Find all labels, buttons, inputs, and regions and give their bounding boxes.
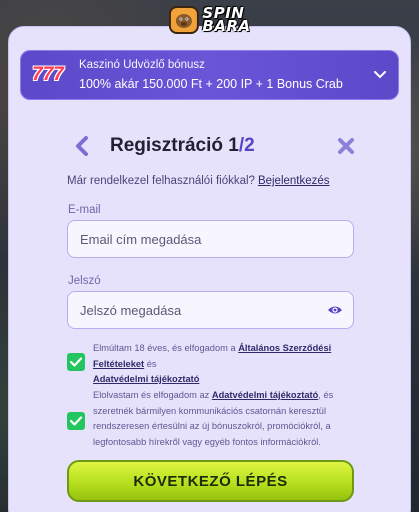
- marketing-checkbox[interactable]: [67, 412, 85, 430]
- marketing-prefix: Elolvastam és elfogadom az: [93, 390, 212, 400]
- login-link[interactable]: Bejelentkezés: [258, 175, 330, 187]
- account-question: Már rendelkezel felhasználói fiókkal?: [67, 175, 255, 187]
- bonus-title: Kaszinó Üdvözlő bónusz: [79, 59, 205, 71]
- terms-prefix: Elmúltam 18 éves, és elfogadom a: [93, 343, 239, 353]
- welcome-bonus-banner[interactable]: 777 Kaszinó Üdvözlő bónusz 100% akár 150…: [20, 50, 399, 100]
- privacy-link[interactable]: Adatvédelmi tájékoztató: [93, 374, 199, 384]
- password-label: Jelszó: [68, 275, 101, 287]
- capybara-icon: [168, 6, 199, 34]
- password-field[interactable]: [67, 291, 354, 329]
- slot-777-icon: 777: [32, 64, 64, 85]
- bonus-details: 100% akár 150.000 Ft + 200 IP + 1 Bonus …: [79, 77, 343, 91]
- marketing-privacy-link[interactable]: Adatvédelmi tájékoztató: [212, 390, 318, 400]
- next-step-button[interactable]: KÖVETKEZŐ LÉPÉS: [67, 460, 354, 502]
- page-title: Regisztráció 1/2: [110, 135, 255, 157]
- step-total: /2: [238, 135, 255, 156]
- registration-header: Regisztráció 1/2: [12, 130, 399, 162]
- brand-line2: BARA: [202, 17, 251, 35]
- close-icon[interactable]: [337, 137, 355, 155]
- title-text: Regisztráció: [110, 135, 229, 156]
- terms-checkbox[interactable]: [67, 353, 85, 371]
- email-label: E-mail: [68, 204, 101, 216]
- account-prompt: Már rendelkezel felhasználói fiókkal? Bej…: [67, 175, 330, 187]
- terms-mid: és: [144, 358, 157, 369]
- step-current: 1: [228, 135, 239, 156]
- email-field[interactable]: [67, 220, 354, 258]
- eye-icon[interactable]: [327, 303, 343, 317]
- chevron-down-icon[interactable]: [372, 67, 388, 83]
- back-arrow-icon[interactable]: [74, 136, 90, 156]
- marketing-consent-text: Elolvastam és elfogadom az Adatvédelmi t…: [93, 388, 346, 450]
- terms-consent-text: Elmúltam 18 éves, és elfogadom a Általán…: [93, 341, 343, 388]
- brand-logo: SPIN BARA: [168, 5, 251, 35]
